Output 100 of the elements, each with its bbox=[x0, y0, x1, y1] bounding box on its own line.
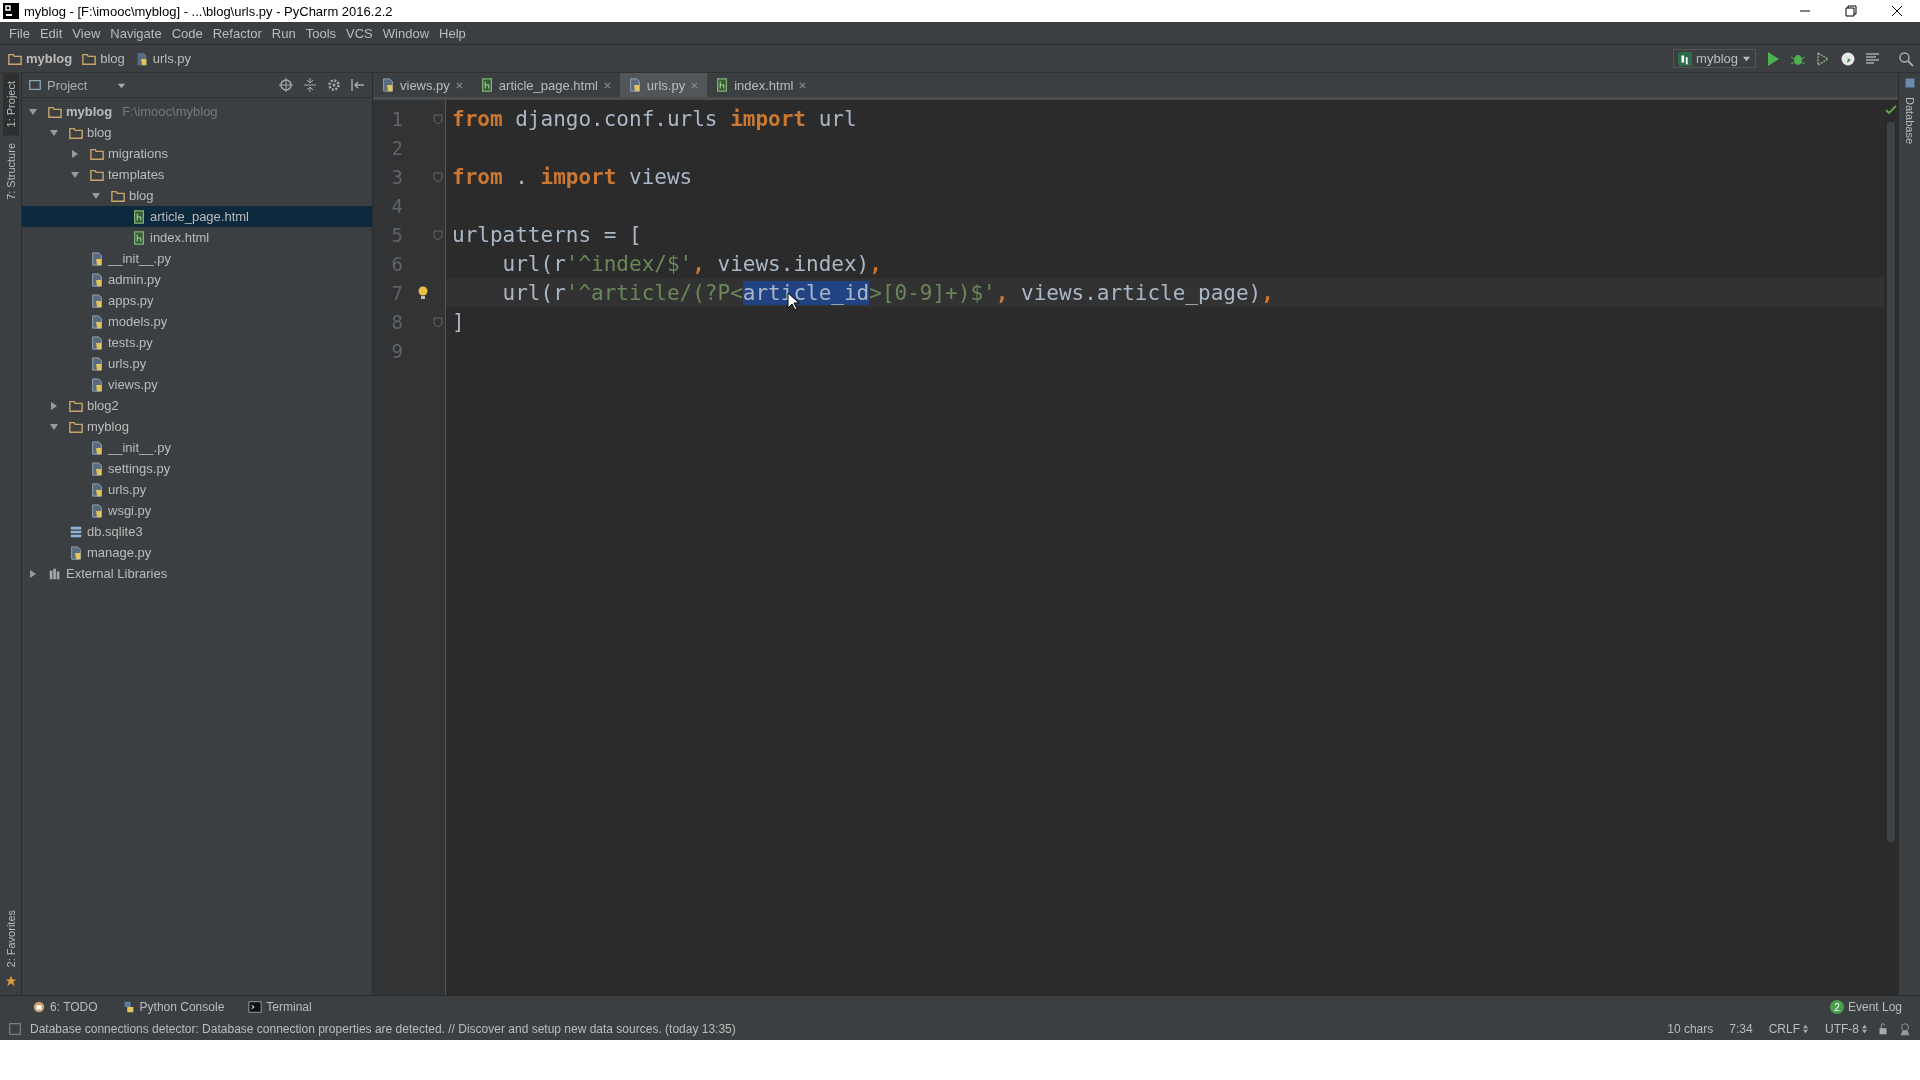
tree-item[interactable]: urls.py bbox=[22, 479, 372, 500]
code-line: from django.conf.urls import url bbox=[452, 106, 857, 131]
up-down-icon bbox=[1861, 1024, 1868, 1034]
tree-item[interactable]: blog bbox=[22, 185, 372, 206]
tool-window-tab[interactable]: Database bbox=[1901, 89, 1918, 153]
status-item[interactable]: UTF-8 bbox=[1825, 1022, 1868, 1036]
python-file-icon bbox=[90, 482, 104, 497]
close-icon[interactable] bbox=[602, 80, 612, 90]
scrollbar[interactable] bbox=[1887, 122, 1895, 842]
fold-marker-icon[interactable] bbox=[432, 170, 444, 183]
fold-marker-icon[interactable] bbox=[432, 315, 444, 328]
collapse-icon[interactable] bbox=[302, 77, 318, 93]
panel-title[interactable]: Project bbox=[28, 77, 88, 93]
expanded-arrow-icon[interactable] bbox=[49, 127, 59, 138]
menu-item[interactable]: File bbox=[4, 25, 35, 41]
folder-icon bbox=[69, 398, 83, 413]
file-icon bbox=[479, 78, 494, 92]
tree-item[interactable]: External Libraries bbox=[22, 563, 372, 584]
tree-item[interactable]: urls.py bbox=[22, 353, 372, 374]
collapsed-arrow-icon[interactable] bbox=[70, 148, 80, 159]
tree-item[interactable]: models.py bbox=[22, 311, 372, 332]
tree-item[interactable]: templates bbox=[22, 164, 372, 185]
menu-item[interactable]: Refactor bbox=[207, 25, 267, 41]
close-icon[interactable] bbox=[690, 80, 700, 90]
tree-item[interactable]: __init__.py bbox=[22, 248, 372, 269]
tree-item[interactable]: blog2 bbox=[22, 395, 372, 416]
editor-tab[interactable]: index.html bbox=[707, 73, 816, 97]
breadcrumb[interactable]: urls.py bbox=[134, 51, 192, 66]
tool-window-tab[interactable]: 2: Favorites bbox=[2, 901, 19, 975]
up-down-icon bbox=[1802, 1024, 1809, 1034]
close-icon[interactable] bbox=[454, 80, 464, 90]
folder-icon bbox=[8, 51, 22, 66]
menu-item[interactable]: Help bbox=[434, 25, 471, 41]
target-icon[interactable] bbox=[278, 77, 294, 93]
editor-tab[interactable]: views.py bbox=[373, 73, 472, 97]
menu-item[interactable]: Run bbox=[266, 25, 301, 41]
tool-window-tab[interactable]: 1: Project bbox=[2, 73, 19, 136]
run-icon[interactable] bbox=[1765, 50, 1781, 67]
close-icon[interactable] bbox=[798, 80, 808, 90]
coverage-icon[interactable] bbox=[1815, 50, 1831, 67]
expanded-arrow-icon[interactable] bbox=[91, 190, 101, 201]
python-file-icon bbox=[90, 461, 104, 476]
expanded-arrow-icon[interactable] bbox=[70, 169, 80, 180]
tree-item[interactable]: blog bbox=[22, 122, 372, 143]
panel-toggle-icon[interactable] bbox=[8, 1022, 22, 1036]
status-item[interactable]: CRLF bbox=[1768, 1022, 1809, 1036]
code-line: url(r'^index/$', views.index), bbox=[501, 251, 882, 276]
menu-item[interactable]: Edit bbox=[34, 25, 68, 41]
tree-item[interactable]: views.py bbox=[22, 374, 372, 395]
run-configuration-dropdown[interactable]: myblog bbox=[1673, 49, 1756, 68]
tree-item[interactable]: myblog bbox=[22, 416, 372, 437]
file-icon bbox=[132, 230, 146, 245]
tool-window-tab[interactable]: 7: Structure bbox=[2, 135, 19, 209]
menu-item[interactable]: Window bbox=[377, 25, 435, 41]
globe-icon[interactable] bbox=[1840, 50, 1856, 67]
collapsed-arrow-icon[interactable] bbox=[28, 568, 38, 579]
tree-item[interactable]: tests.py bbox=[22, 332, 372, 353]
tree-item[interactable]: admin.py bbox=[22, 269, 372, 290]
settings-icon[interactable] bbox=[326, 77, 342, 93]
breadcrumb[interactable]: blog bbox=[82, 51, 125, 66]
expanded-arrow-icon[interactable] bbox=[28, 106, 38, 117]
tree-item[interactable]: myblog F:\imooc\myblog bbox=[22, 101, 372, 122]
tree-item[interactable]: apps.py bbox=[22, 290, 372, 311]
tree-item[interactable]: db.sqlite3 bbox=[22, 521, 372, 542]
editor-tab[interactable]: urls.py bbox=[619, 73, 708, 97]
hide-icon[interactable] bbox=[350, 77, 366, 93]
breadcrumb[interactable]: myblog bbox=[8, 51, 73, 66]
collapsed-arrow-icon[interactable] bbox=[49, 400, 59, 411]
python-file-icon bbox=[627, 78, 642, 92]
folder-icon bbox=[82, 51, 97, 66]
editor-tab[interactable]: article_page.html bbox=[471, 73, 620, 97]
menu-item[interactable]: VCS bbox=[341, 25, 378, 41]
inspector-icon[interactable] bbox=[1898, 1022, 1912, 1036]
fold-marker-icon[interactable] bbox=[432, 228, 444, 241]
tool-window-button[interactable]: Terminal bbox=[242, 999, 318, 1015]
database-icon[interactable] bbox=[1903, 77, 1916, 89]
tree-item[interactable]: wsgi.py bbox=[22, 500, 372, 521]
list-icon[interactable] bbox=[1865, 50, 1881, 67]
file-icon bbox=[715, 78, 730, 92]
event-log-button[interactable]: 2 Event Log bbox=[1823, 999, 1908, 1015]
tree-item[interactable]: __init__.py bbox=[22, 437, 372, 458]
menu-item[interactable]: Tools bbox=[300, 25, 342, 41]
tree-item[interactable]: index.html bbox=[22, 227, 372, 248]
fold-marker-icon[interactable] bbox=[432, 112, 444, 125]
tree-item[interactable]: manage.py bbox=[22, 542, 372, 563]
python-file-icon bbox=[90, 272, 104, 287]
menu-item[interactable]: Navigate bbox=[105, 25, 167, 41]
tree-item[interactable]: article_page.html bbox=[22, 206, 372, 227]
status-item[interactable]: 7:34 bbox=[1729, 1022, 1753, 1036]
tool-window-button[interactable]: 6: TODO bbox=[26, 999, 104, 1015]
tree-item[interactable]: migrations bbox=[22, 143, 372, 164]
tool-window-button[interactable]: Python Console bbox=[115, 999, 231, 1015]
menu-item[interactable]: View bbox=[67, 25, 106, 41]
menu-item[interactable]: Code bbox=[166, 25, 208, 41]
tree-item[interactable]: settings.py bbox=[22, 458, 372, 479]
expanded-arrow-icon[interactable] bbox=[49, 421, 59, 432]
search-icon[interactable] bbox=[1898, 50, 1914, 67]
folder-icon bbox=[48, 104, 62, 119]
star-icon[interactable] bbox=[4, 975, 17, 987]
status-item[interactable]: 10 chars bbox=[1667, 1022, 1714, 1036]
